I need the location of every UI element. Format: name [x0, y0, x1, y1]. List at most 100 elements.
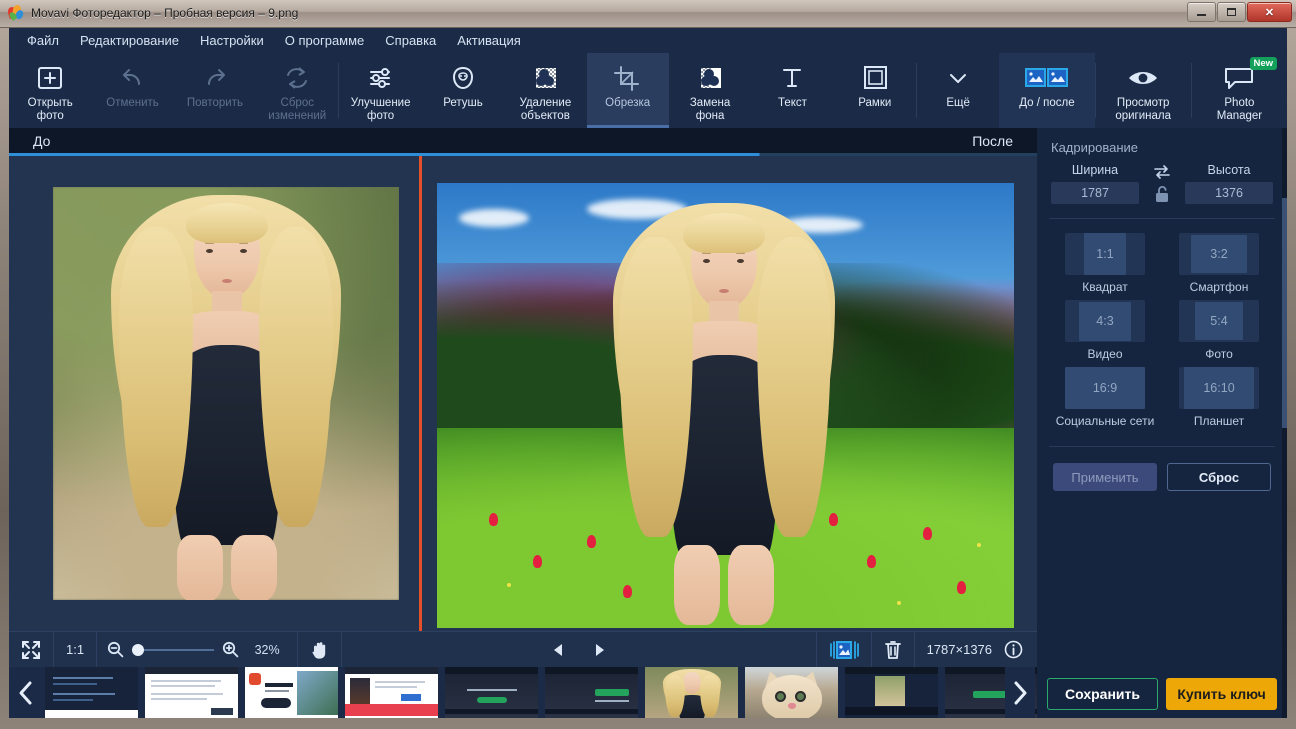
list-item[interactable] — [345, 667, 438, 718]
aspect-ratio-3-2[interactable]: 3:2 Смартфон — [1167, 233, 1271, 294]
open-folder-plus-icon — [36, 61, 64, 95]
background-change-icon — [695, 61, 725, 95]
panel-scrollbar-thumb[interactable] — [1282, 198, 1287, 428]
reset-button[interactable]: Сброс — [1166, 463, 1271, 491]
aspect-ratio-4-3[interactable]: 4:3 Видео — [1053, 300, 1157, 361]
list-item[interactable] — [445, 667, 538, 718]
panel-scrollbar[interactable] — [1282, 128, 1287, 718]
toolbar-text[interactable]: Текст — [751, 53, 833, 128]
actual-size-button[interactable]: 1:1 — [54, 632, 96, 668]
image-canvas[interactable] — [9, 156, 1037, 631]
fit-to-screen-button[interactable] — [9, 632, 53, 668]
minimize-button[interactable] — [1187, 2, 1216, 22]
toolbar-enhance-photo-label: Улучшение фото — [350, 97, 411, 122]
menu-item-edit[interactable]: Редактирование — [70, 30, 189, 51]
toolbar-crop[interactable]: Обрезка — [586, 53, 670, 128]
swap-arrows-icon[interactable] — [1153, 164, 1171, 179]
list-item[interactable] — [745, 667, 838, 718]
chevron-right-icon — [1012, 680, 1028, 706]
menu-item-about[interactable]: О программе — [275, 30, 375, 51]
list-item[interactable] — [845, 667, 938, 718]
aspect-ratio-4-3-caption: Видео — [1087, 347, 1123, 361]
menu-item-activation[interactable]: Активация — [447, 30, 530, 51]
aspect-ratio-5-4-caption: Фото — [1205, 347, 1233, 361]
face-retouch-icon — [448, 61, 478, 95]
toolbar-undo[interactable]: Отменить — [91, 53, 173, 128]
aspect-ratio-5-4[interactable]: 5:4 Фото — [1167, 300, 1271, 361]
aspect-ratio-5-4-value: 5:4 — [1210, 314, 1228, 328]
next-image-button[interactable] — [579, 632, 619, 668]
lock-open-icon[interactable] — [1154, 185, 1170, 203]
list-item[interactable] — [545, 667, 638, 718]
zoom-out-icon[interactable] — [107, 641, 124, 658]
image-dimensions-label: 1787×1376 — [926, 642, 993, 657]
reset-circular-arrows-icon — [282, 61, 312, 95]
hand-pan-button[interactable] — [298, 632, 341, 668]
toolbar-more[interactable]: Ещё — [917, 53, 999, 128]
aspect-ratio-1-1[interactable]: 1:1 Квадрат — [1053, 233, 1157, 294]
prev-triangle-icon — [551, 642, 567, 658]
toolbar-background-change[interactable]: Замена фона — [669, 53, 751, 128]
toolbar-retouch[interactable]: Ретушь — [422, 53, 504, 128]
image-info-button[interactable] — [1004, 632, 1037, 668]
crop-icon — [613, 61, 643, 95]
zoom-percent-label: 32% — [254, 642, 280, 657]
prev-image-button[interactable] — [539, 632, 579, 668]
toolbar-before-after-label: До / после — [1019, 97, 1075, 109]
aspect-ratio-16-9-value: 16:9 — [1092, 381, 1118, 395]
toolbar-before-after[interactable]: До / после — [999, 53, 1095, 128]
sliders-icon — [366, 61, 396, 95]
crop-width-input[interactable]: 1787 — [1051, 182, 1139, 204]
list-item[interactable] — [45, 667, 138, 718]
toolbar-reset-changes[interactable]: Сброс изменений — [256, 53, 338, 128]
list-item[interactable] — [245, 667, 338, 718]
buy-key-button[interactable]: Купить ключ — [1166, 677, 1277, 710]
zoom-slider-track[interactable] — [132, 643, 215, 656]
menu-item-file[interactable]: Файл — [17, 30, 69, 51]
toolbar-reset-changes-label: Сброс изменений — [268, 97, 327, 122]
delete-image-button[interactable] — [872, 632, 914, 668]
toolbar-open-photo[interactable]: Открыть фото — [9, 53, 91, 128]
menu-item-help[interactable]: Справка — [375, 30, 446, 51]
toolbar-photo-manager-label: Photo Manager — [1216, 97, 1263, 122]
aspect-ratio-3-2-box: 3:2 — [1179, 233, 1259, 275]
toolbar-photo-manager[interactable]: New Photo Manager — [1192, 53, 1287, 128]
toolbar-object-removal-label: Удаление объектов — [519, 97, 572, 122]
toolbar-object-removal[interactable]: Удаление объектов — [504, 53, 586, 128]
maximize-button[interactable] — [1217, 2, 1246, 22]
zoom-control[interactable]: 32% — [97, 641, 297, 658]
compare-header: До После — [9, 128, 1037, 156]
filmstrip-next-button[interactable] — [1005, 667, 1035, 718]
zoom-slider-knob[interactable] — [132, 643, 145, 656]
after-image — [437, 183, 1014, 628]
window-controls: ✕ — [1187, 2, 1292, 22]
save-button[interactable]: Сохранить — [1047, 677, 1159, 710]
main-toolbar: Открыть фото Отменить Повторить Сброс из… — [9, 53, 1287, 128]
before-image — [53, 187, 399, 600]
toolbar-frames[interactable]: Рамки — [834, 53, 916, 128]
aspect-ratio-16-10-box: 16:10 — [1179, 367, 1259, 409]
list-item[interactable] — [145, 667, 238, 718]
client-area: Файл Редактирование Настройки О программ… — [9, 28, 1287, 718]
list-item[interactable] — [645, 667, 738, 718]
toolbar-undo-label: Отменить — [106, 97, 159, 109]
viewer-sep-4 — [341, 631, 343, 668]
zoom-in-icon[interactable] — [222, 641, 239, 658]
movavi-logo-icon — [6, 4, 25, 21]
before-after-divider[interactable] — [419, 156, 422, 631]
aspect-ratio-16-9[interactable]: 16:9 Социальные сети — [1053, 367, 1157, 428]
aspect-ratio-16-10[interactable]: 16:10 Планшет — [1167, 367, 1271, 428]
aspect-ratio-3-2-value: 3:2 — [1210, 247, 1228, 261]
frame-square-icon — [860, 61, 890, 95]
crop-panel-title: Кадрирование — [1051, 140, 1139, 155]
toolbar-open-photo-label: Открыть фото — [27, 97, 73, 122]
batch-images-button[interactable] — [817, 632, 871, 668]
menu-item-settings[interactable]: Настройки — [190, 30, 274, 51]
apply-button[interactable]: Применить — [1053, 463, 1157, 491]
close-button[interactable]: ✕ — [1247, 2, 1292, 22]
toolbar-enhance-photo[interactable]: Улучшение фото — [339, 53, 421, 128]
filmstrip-prev-button[interactable] — [11, 667, 41, 718]
crop-height-input[interactable]: 1376 — [1185, 182, 1273, 204]
toolbar-view-original[interactable]: Просмотр оригинала — [1096, 53, 1191, 128]
toolbar-redo[interactable]: Повторить — [174, 53, 256, 128]
